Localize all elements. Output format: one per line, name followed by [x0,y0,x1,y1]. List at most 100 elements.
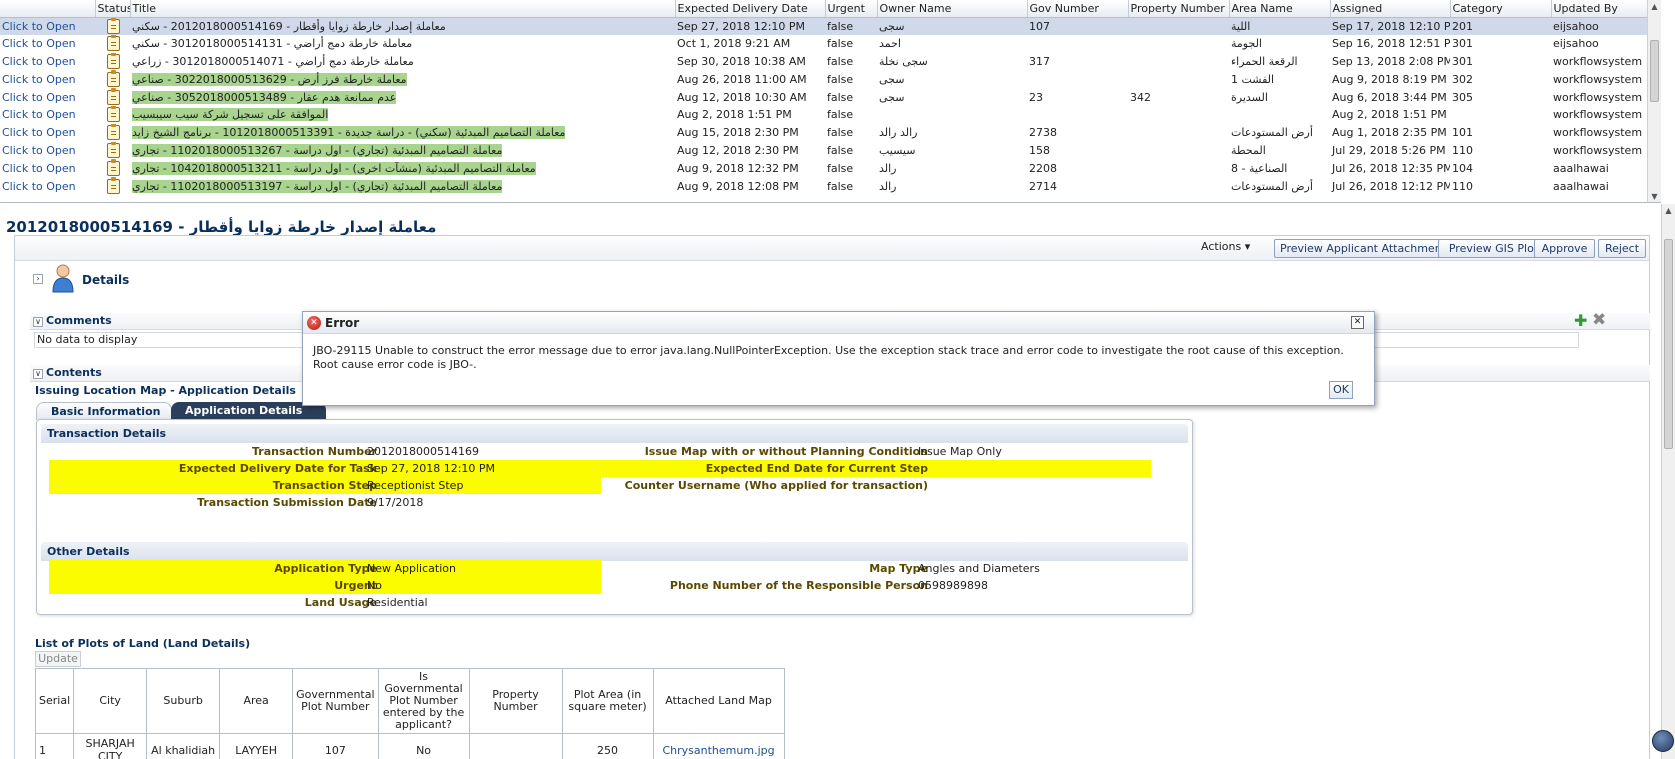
task-open-link-cell[interactable]: Click to Open [0,17,95,35]
task-updated-by: workflowsystem [1553,108,1643,122]
scroll-down-icon[interactable]: ▼ [1648,190,1661,202]
col-area-name[interactable]: Area Name [1229,0,1331,18]
update-button[interactable]: Update [35,651,81,667]
task-title-cell: معاملة التصاميم المبدئية (تجاري) - اول د… [130,177,675,195]
task-owner-cell: سيسيب [877,142,1027,160]
task-open-link-cell[interactable]: Click to Open [0,53,95,71]
task-title-cell: معاملة خارطة دمج أراضي - 301201800051413… [130,35,675,53]
error-dialog-title: Error [325,316,360,330]
table-row[interactable]: Click to Open معاملة التصاميم المبدئية (ت… [0,141,1661,160]
table-row[interactable]: Click to Open عدم ممانعة هدم عقار - 30520… [0,88,1661,106]
scroll-up-icon[interactable]: ▲ [1662,204,1675,217]
task-updated-by-cell: workflowsystem [1551,53,1661,71]
clipboard-icon [107,105,120,123]
help-orb-icon[interactable] [1652,730,1674,752]
table-row[interactable]: Click to Open الموافقة على تسجيل شركة سيب… [0,105,1661,124]
task-category: 104 [1452,161,1473,175]
task-owner: رالد رالد [879,126,918,140]
scroll-thumb[interactable] [1664,239,1673,449]
task-open-link-cell[interactable]: Click to Open [0,106,95,124]
task-updated-by: aaalhawai [1553,179,1609,193]
col-status[interactable]: Status [95,0,131,18]
reject-button[interactable]: Reject [1598,239,1646,258]
plots-title: List of Plots of Land (Land Details) [35,637,251,650]
task-status [95,159,130,177]
task-open-link-cell[interactable]: Click to Open [0,177,95,195]
page-scrollbar[interactable]: ▲ [1661,204,1675,759]
close-icon[interactable]: ✕ [1351,316,1364,329]
task-area-name: أرض المستودعات [1231,126,1313,140]
plots-table: Serial City Suburb Area Governmental Plo… [34,668,785,759]
table-row[interactable]: Click to Open معاملة التصاميم المبدئية (س… [0,123,1661,142]
task-open-link[interactable]: Click to Open [2,37,76,50]
col-category[interactable]: Category [1450,0,1552,18]
col-assigned[interactable]: Assigned [1330,0,1451,18]
task-open-link[interactable]: Click to Open [2,73,76,86]
table-row[interactable]: Click to Open معاملة خارطة فرز أرض - 3022… [0,70,1661,88]
task-updated-by-cell: workflowsystem [1551,142,1661,160]
delete-comment-icon[interactable]: ✖ [1592,312,1606,329]
task-open-link[interactable]: Click to Open [2,180,76,193]
tab-basic-information[interactable]: Basic Information [36,402,172,420]
table-row[interactable]: Click to Open معاملة إصدار خارطة زوايا وأ… [0,17,1661,35]
task-title-cell: الموافقة على تسجيل شركة سيب سيبسيب [130,106,675,124]
task-expected-date-cell: Aug 26, 2018 11:00 AM [675,70,825,88]
scroll-thumb[interactable] [1650,40,1659,102]
collapse-comments-icon[interactable]: ∨ [33,317,43,327]
task-list-scrollbar[interactable]: ▲ ▼ [1647,0,1661,202]
table-row[interactable]: Click to Open معاملة خارطة دمج أراضي - 30… [0,52,1661,71]
task-expected-date-cell: Aug 12, 2018 10:30 AM [675,88,825,106]
task-title: معاملة خارطة فرز أرض - 3022018000513629 … [132,72,407,86]
task-expected-date: Aug 9, 2018 12:08 PM [677,179,799,193]
task-area-name-cell: السديرة [1229,88,1330,106]
task-open-link-cell[interactable]: Click to Open [0,142,95,160]
col-owner[interactable]: Owner Name [877,0,1028,18]
col-expected-delivery[interactable]: Expected Delivery Date [675,0,826,18]
task-open-link[interactable]: Click to Open [2,91,76,104]
task-owner-cell: احمد [877,35,1027,53]
task-open-link[interactable]: Click to Open [2,162,76,175]
task-updated-by: workflowsystem [1553,126,1643,140]
task-open-link[interactable]: Click to Open [2,126,76,139]
task-open-link[interactable]: Click to Open [2,108,76,121]
preview-gis-button[interactable]: Preview GIS Plot [1438,239,1549,258]
clipboard-icon [107,123,120,141]
task-open-link-cell[interactable]: Click to Open [0,88,95,106]
task-open-link-cell[interactable]: Click to Open [0,35,95,53]
task-title: معاملة التصاميم المبدئية (تجاري) - اول د… [132,179,503,193]
col-property-number[interactable]: Property Number [1128,0,1230,18]
table-row[interactable]: Click to Open معاملة التصاميم المبدئية (م… [0,159,1661,177]
task-open-link[interactable]: Click to Open [2,55,76,68]
clipboard-icon [107,34,120,52]
ok-button[interactable]: OK [1329,381,1353,399]
collapse-contents-icon[interactable]: ∨ [33,369,43,379]
task-area-name-cell: الجومة [1229,35,1330,53]
col-updated-by[interactable]: Updated By [1551,0,1661,18]
task-open-link-cell[interactable]: Click to Open [0,159,95,177]
col-title[interactable]: Title [130,0,676,18]
task-open-link[interactable]: Click to Open [2,144,76,157]
add-comment-icon[interactable]: ✚ [1574,313,1587,329]
col-open[interactable] [0,0,96,18]
task-open-link-cell[interactable]: Click to Open [0,124,95,142]
approve-button[interactable]: Approve [1534,239,1595,258]
comments-label: Comments [46,314,112,327]
col-urgent[interactable]: Urgent [825,0,878,18]
preview-attachments-button[interactable]: Preview Applicant Attachments [1274,239,1454,258]
scroll-up-icon[interactable]: ▲ [1648,0,1661,13]
task-open-link-cell[interactable]: Click to Open [0,70,95,88]
clipboard-icon [107,141,120,158]
col-gov-number[interactable]: Gov Number [1027,0,1129,18]
plots-col-area: Area [219,668,294,734]
task-assigned-cell: Sep 13, 2018 2:08 PM [1330,53,1450,71]
task-title: معاملة خارطة دمج أراضي - 301201800051407… [132,54,414,68]
task-status [95,70,130,88]
expand-details-icon[interactable]: › [33,274,43,284]
error-dialog-header: ✕ Error ✕ [303,312,1374,334]
actions-menu[interactable]: Actions ▾ [1201,240,1250,253]
plot-land-map-link[interactable]: Chrysanthemum.jpg [652,733,785,759]
table-row[interactable]: Click to Open معاملة خارطة دمج أراضي - 30… [0,34,1661,53]
task-open-link[interactable]: Click to Open [2,20,76,33]
task-owner: سيسيب [879,143,916,157]
table-row[interactable]: Click to Open معاملة التصاميم المبدئية (ت… [0,177,1661,195]
